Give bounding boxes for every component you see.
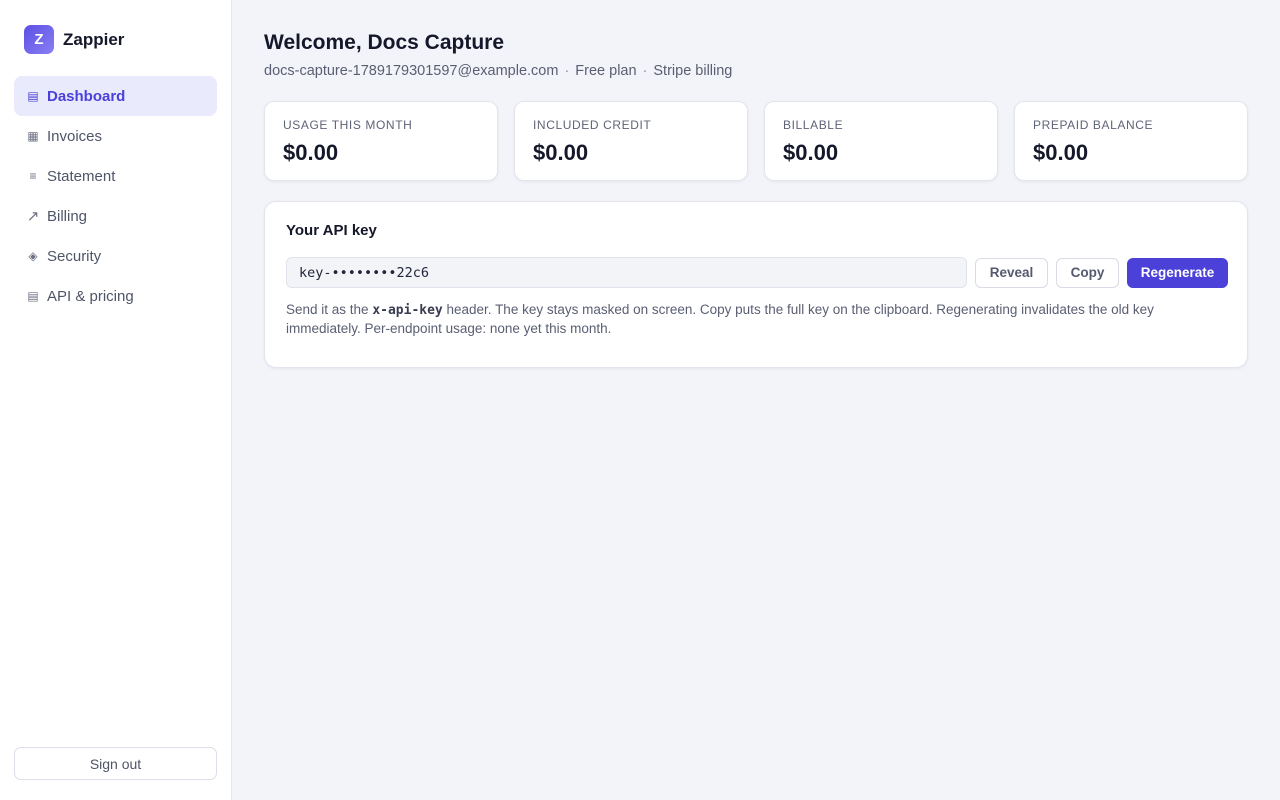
stats-row: USAGE THIS MONTH $0.00 INCLUDED CREDIT $… [264,101,1248,181]
arrow-up-right-icon: ↗ [26,208,40,225]
sidebar-item-label: Billing [47,207,88,225]
sidebar-item-label: API & pricing [47,287,134,305]
separator: · [564,63,570,79]
stat-card-billable: BILLABLE $0.00 [764,101,998,181]
stat-value: $0.00 [783,140,839,165]
account-email: docs-capture-1789179301597@example.com [264,63,559,79]
sidebar: Z Zappier ▤ Dashboard ▦ Invoices ≡ State… [0,0,232,800]
plan-name: Free plan [575,63,637,79]
stat-card-included-credit: INCLUDED CREDIT $0.00 [514,101,748,181]
stat-label: PREPAID BALANCE [1033,118,1154,132]
reveal-button[interactable]: Reveal [975,257,1048,288]
brand[interactable]: Z Zappier [24,25,124,54]
sidebar-item-invoices[interactable]: ▦ Invoices [14,116,217,156]
sidebar-item-api-pricing[interactable]: ▤ API & pricing [14,276,217,316]
regenerate-button[interactable]: Regenerate [1127,257,1228,288]
sidebar-item-label: Dashboard [47,87,126,105]
api-key-card: Your API key key-••••••••22c6 Reveal Cop… [264,201,1248,368]
stat-label: INCLUDED CREDIT [533,118,652,132]
list-icon: ≡ [29,169,37,183]
api-key-help-text: Send it as the x-api-key header. The key… [286,301,1226,338]
dashboard-icon: ▤ [27,89,39,103]
api-key-row: key-••••••••22c6 Reveal Copy Regenerate [286,257,1228,288]
diamond-icon: ◈ [28,249,38,263]
separator: · [642,63,648,79]
help-text-prefix: Send it as the [286,302,373,317]
brand-name: Zappier [63,29,125,49]
header-name-code: x-api-key [372,303,443,318]
sidebar-item-dashboard[interactable]: ▤ Dashboard [14,76,217,116]
stat-value: $0.00 [283,140,339,165]
sidebar-item-label: Statement [47,167,116,185]
sidebar-item-billing[interactable]: ↗ Billing [14,196,217,236]
stat-value: $0.00 [533,140,589,165]
sidebar-item-statement[interactable]: ≡ Statement [14,156,217,196]
copy-button[interactable]: Copy [1056,257,1119,288]
grid-icon: ▦ [27,129,39,143]
sign-out-button[interactable]: Sign out [14,747,217,780]
sidebar-nav: ▤ Dashboard ▦ Invoices ≡ Statement ↗ Bil… [14,76,217,316]
api-key-field[interactable]: key-••••••••22c6 [286,257,967,288]
api-key-title: Your API key [286,222,377,239]
account-summary: docs-capture-1789179301597@example.com · F… [264,63,732,79]
stat-label: USAGE THIS MONTH [283,118,413,132]
page-title: Welcome, Docs Capture [264,31,505,54]
brand-logo: Z [24,25,54,54]
stat-value: $0.00 [1033,140,1089,165]
document-icon: ▤ [27,289,39,303]
sidebar-item-label: Security [47,247,102,265]
stat-label: BILLABLE [783,118,844,132]
stat-card-usage: USAGE THIS MONTH $0.00 [264,101,498,181]
stat-card-prepaid-balance: PREPAID BALANCE $0.00 [1014,101,1248,181]
billing-provider: Stripe billing [653,63,733,79]
sidebar-item-security[interactable]: ◈ Security [14,236,217,276]
sidebar-item-label: Invoices [47,127,103,145]
